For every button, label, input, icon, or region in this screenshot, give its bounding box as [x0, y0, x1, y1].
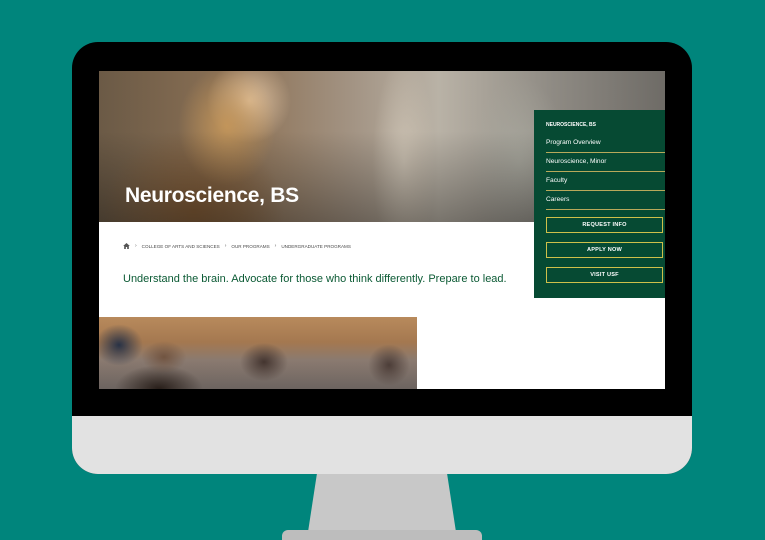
home-icon[interactable] [123, 243, 130, 249]
breadcrumb-link[interactable]: Undergraduate Programs [281, 244, 351, 249]
screen: Neuroscience, BS › College of Arts and S… [99, 71, 665, 389]
side-nav-item-program-overview[interactable]: Program Overview [546, 133, 665, 153]
page-title: Neuroscience, BS [125, 184, 299, 207]
classroom-photo [99, 317, 417, 389]
monitor-stand-base [282, 530, 482, 540]
breadcrumb-separator: › [274, 243, 277, 249]
breadcrumb-separator: › [135, 243, 137, 249]
side-nav-item-careers[interactable]: Careers [546, 190, 665, 210]
breadcrumb-link[interactable]: Our Programs [231, 244, 269, 249]
side-nav-item-neuroscience-minor[interactable]: Neuroscience, Minor [546, 152, 665, 172]
side-nav-item-faculty[interactable]: Faculty [546, 171, 665, 191]
breadcrumb-link[interactable]: College of Arts and Sciences [142, 244, 220, 249]
monitor-chin [72, 416, 692, 474]
side-nav: Neuroscience, BS Program Overview Neuros… [534, 110, 665, 298]
monitor-stand [308, 474, 456, 532]
program-tagline: Understand the brain. Advocate for those… [123, 273, 507, 285]
apply-now-button[interactable]: Apply Now [546, 242, 663, 258]
side-nav-heading: Neuroscience, BS [546, 122, 597, 128]
breadcrumb: › College of Arts and Sciences › Our Pro… [123, 243, 351, 249]
breadcrumb-separator: › [224, 243, 227, 249]
visit-usf-button[interactable]: Visit USF [546, 267, 663, 283]
request-info-button[interactable]: Request Info [546, 217, 663, 233]
